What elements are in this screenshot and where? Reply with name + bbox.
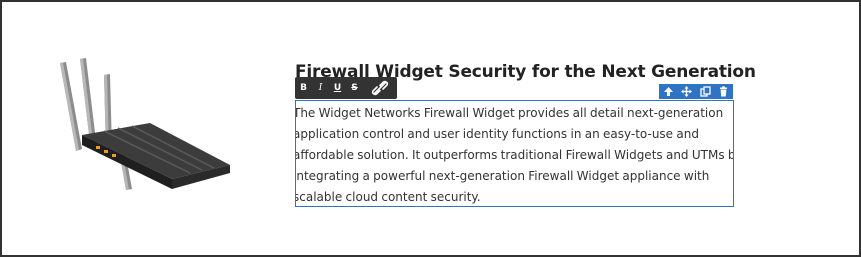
format-toolbar: B I U S: [295, 77, 397, 99]
router-image[interactable]: [52, 57, 242, 197]
bold-button[interactable]: B: [295, 77, 312, 99]
italic-button[interactable]: I: [312, 77, 329, 99]
link-icon: [371, 80, 389, 96]
arrow-up-icon: [663, 87, 673, 96]
antenna-group: [60, 58, 132, 190]
paragraph-line: application control and user identity fu…: [295, 127, 699, 141]
delete-button[interactable]: [716, 84, 731, 99]
link-button[interactable]: [363, 77, 397, 99]
move-up-button[interactable]: [661, 84, 676, 99]
move-icon: [681, 86, 693, 97]
paragraph-line: affordable solution. It outperforms trad…: [295, 148, 734, 162]
duplicate-icon: [700, 86, 711, 97]
paragraph-text[interactable]: The Widget Networks Firewall Widget prov…: [295, 101, 734, 206]
duplicate-button[interactable]: [698, 84, 713, 99]
move-button[interactable]: [679, 84, 694, 99]
selected-text-block[interactable]: The Widget Networks Firewall Widget prov…: [295, 100, 734, 207]
editor-canvas: Firewall Widget Security for the Next Ge…: [0, 0, 861, 257]
paragraph-line: integrating a powerful next-generation F…: [295, 169, 710, 183]
router-icon: [60, 58, 230, 190]
trash-icon: [720, 86, 728, 97]
block-toolbar: [659, 84, 733, 99]
strikethrough-button[interactable]: S: [346, 77, 363, 99]
underline-button[interactable]: U: [329, 77, 346, 99]
paragraph-line: scalable cloud content security.: [295, 190, 481, 204]
paragraph-line: The Widget Networks Firewall Widget prov…: [295, 106, 724, 120]
